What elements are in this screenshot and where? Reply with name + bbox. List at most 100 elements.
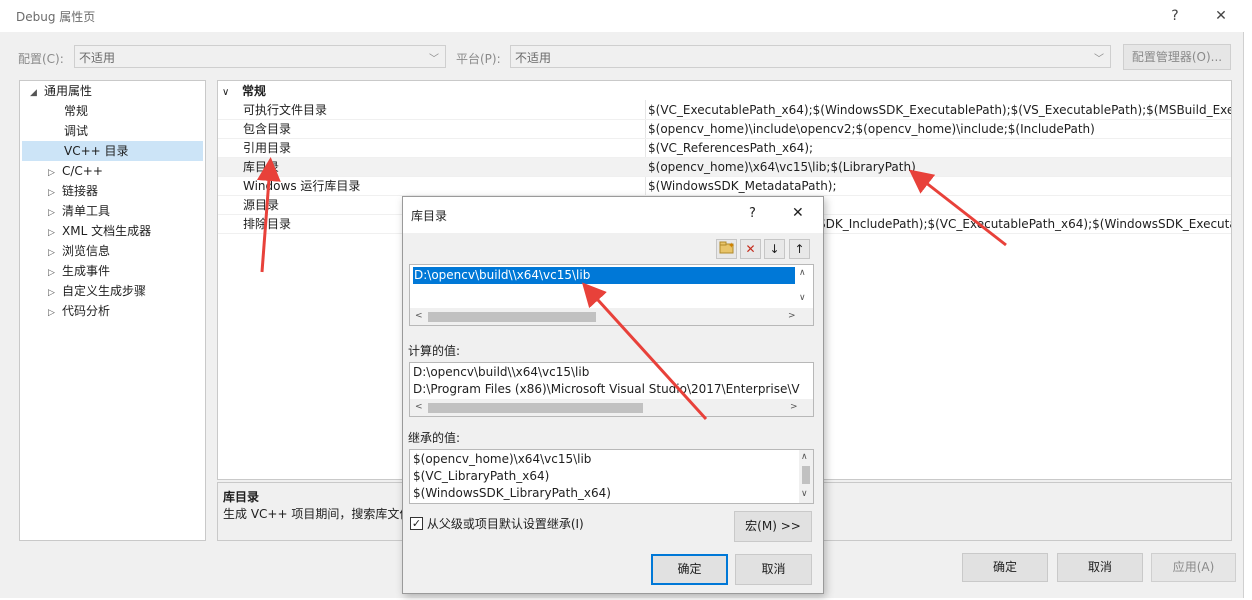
- config-combo[interactable]: 不适用 ﹀: [74, 45, 446, 68]
- description-title: 库目录: [223, 490, 260, 504]
- config-manager-button[interactable]: 配置管理器(O)...: [1123, 44, 1231, 70]
- grid-row-winrt-dirs[interactable]: Windows 运行库目录 $(WindowsSDK_MetadataPath);: [218, 177, 1231, 196]
- tree-item-debugging[interactable]: 调试: [64, 121, 88, 141]
- move-up-button[interactable]: ↑: [789, 239, 810, 259]
- scroll-left-icon[interactable]: <: [415, 402, 423, 412]
- chevron-down-icon: ∨: [222, 87, 230, 98]
- tree-item-cpp[interactable]: ▷ C/C++: [48, 161, 103, 181]
- tree-item-build-events[interactable]: ▷ 生成事件: [48, 261, 110, 281]
- inherited-values-box[interactable]: $(opencv_home)\x64\vc15\lib $(VC_Library…: [409, 449, 814, 504]
- property-name: Windows 运行库目录: [243, 179, 361, 193]
- collapsed-triangle-icon: ▷: [48, 188, 55, 198]
- collapsed-triangle-icon: ▷: [48, 228, 55, 238]
- platform-value: 不适用: [515, 51, 552, 65]
- property-name: 源目录: [243, 198, 280, 212]
- config-value: 不适用: [79, 51, 116, 65]
- scrollbar-thumb[interactable]: [802, 466, 810, 484]
- directory-list[interactable]: D:\opencv\build\\x64\vc15\lib ∧ ∨ < >: [409, 264, 814, 326]
- move-down-button[interactable]: ↓: [764, 239, 785, 259]
- collapsed-triangle-icon: ▷: [48, 308, 55, 318]
- help-button[interactable]: ?: [1160, 4, 1190, 28]
- ok-button[interactable]: 确定: [962, 553, 1048, 582]
- description-text: 生成 VC++ 项目期间，搜索库文件: [223, 507, 412, 521]
- horizontal-scrollbar[interactable]: < >: [410, 308, 813, 325]
- scroll-left-icon[interactable]: <: [415, 311, 423, 321]
- inherited-line: $(WindowsSDK_LibraryPath_x64): [413, 486, 611, 500]
- tree-item-label: 自定义生成步骤: [62, 284, 147, 298]
- delete-icon: ✕: [745, 242, 756, 256]
- scroll-right-icon[interactable]: >: [790, 402, 798, 412]
- platform-combo[interactable]: 不适用 ﹀: [510, 45, 1111, 68]
- inherit-checkbox-label: 从父级或项目默认设置继承(I): [426, 517, 584, 531]
- chevron-down-icon: ﹀: [1094, 54, 1104, 65]
- property-name: 库目录: [243, 160, 280, 174]
- cancel-button[interactable]: 取消: [1057, 553, 1143, 582]
- grid-row-executable-dirs[interactable]: 可执行文件目录 $(VC_ExecutablePath_x64);$(Window…: [218, 101, 1231, 120]
- scroll-down-icon[interactable]: ∨: [801, 489, 808, 499]
- inherited-line: $(VC_LibraryPath_x64): [413, 469, 550, 483]
- apply-button[interactable]: 应用(A): [1151, 553, 1236, 582]
- tree-item-xml-doc-generator[interactable]: ▷ XML 文档生成器: [48, 221, 151, 241]
- property-value: $(VC_ReferencesPath_x64);: [648, 141, 814, 155]
- tree-item-common-properties[interactable]: ◢ 通用属性: [30, 81, 92, 101]
- tree-item-linker[interactable]: ▷ 链接器: [48, 181, 98, 201]
- property-name: 引用目录: [243, 141, 292, 155]
- property-value: $(opencv_home)\include\opencv2;$(opencv_…: [648, 122, 1095, 136]
- platform-label: 平台(P):: [456, 52, 501, 66]
- popup-ok-button[interactable]: 确定: [651, 554, 728, 585]
- new-folder-icon: ✦: [719, 241, 735, 254]
- evaluated-value-label: 计算的值:: [408, 344, 461, 358]
- horizontal-scrollbar[interactable]: < >: [410, 399, 813, 416]
- scrollbar-thumb[interactable]: [428, 312, 596, 322]
- grid-section-header[interactable]: ∨ 常规: [222, 82, 266, 100]
- inherit-checkbox[interactable]: ✓: [410, 517, 423, 530]
- vertical-scrollbar[interactable]: ∧ ∨: [799, 450, 813, 503]
- grid-row-include-dirs[interactable]: 包含目录 $(opencv_home)\include\opencv2;$(ope…: [218, 120, 1231, 139]
- config-label: 配置(C):: [18, 52, 64, 66]
- popup-title-bar: 库目录 ? ✕: [403, 197, 823, 233]
- collapsed-triangle-icon: ▷: [48, 288, 55, 298]
- evaluated-value-box[interactable]: D:\opencv\build\\x64\vc15\lib D:\Program…: [409, 362, 814, 417]
- macros-button[interactable]: 宏(M) >>: [734, 511, 812, 542]
- arrow-up-icon: ↑: [794, 242, 805, 256]
- scroll-down-icon[interactable]: ∨: [799, 293, 806, 303]
- collapsed-triangle-icon: ▷: [48, 168, 55, 178]
- scroll-up-icon[interactable]: ∧: [799, 268, 806, 278]
- property-name: 可执行文件目录: [243, 103, 328, 117]
- scrollbar-thumb[interactable]: [428, 403, 643, 413]
- tree-item-custom-build-step[interactable]: ▷ 自定义生成步骤: [48, 281, 146, 301]
- scroll-right-icon[interactable]: >: [788, 311, 796, 321]
- inherited-line: $(opencv_home)\x64\vc15\lib: [413, 452, 592, 466]
- svg-text:✦: ✦: [728, 241, 735, 250]
- close-button[interactable]: ✕: [1206, 4, 1236, 28]
- property-value: SDK_IncludePath);$(VC_ExecutablePath_x64…: [818, 217, 1231, 231]
- collapsed-triangle-icon: ▷: [48, 208, 55, 218]
- grid-row-reference-dirs[interactable]: 引用目录 $(VC_ReferencesPath_x64);: [218, 139, 1231, 158]
- tree-item-code-analysis[interactable]: ▷ 代码分析: [48, 301, 110, 321]
- tree-item-label: 通用属性: [44, 84, 93, 98]
- property-name: 排除目录: [243, 217, 292, 231]
- collapsed-triangle-icon: ▷: [48, 268, 55, 278]
- popup-help-button[interactable]: ?: [749, 206, 756, 221]
- inherit-checkbox-row[interactable]: ✓ 从父级或项目默认设置继承(I): [410, 515, 584, 531]
- chevron-down-icon: ﹀: [429, 54, 439, 65]
- evaluated-line: D:\opencv\build\\x64\vc15\lib: [413, 365, 590, 379]
- tree-item-manifest-tool[interactable]: ▷ 清单工具: [48, 201, 110, 221]
- scroll-up-icon[interactable]: ∧: [801, 452, 808, 462]
- tree-item-label: 链接器: [62, 184, 99, 198]
- tree-item-general[interactable]: 常规: [64, 101, 88, 121]
- directory-entry-selected[interactable]: D:\opencv\build\\x64\vc15\lib: [413, 267, 795, 284]
- delete-line-button[interactable]: ✕: [740, 239, 761, 259]
- tree-item-label: C/C++: [62, 164, 103, 178]
- tree-item-browse-info[interactable]: ▷ 浏览信息: [48, 241, 110, 261]
- inherited-values-label: 继承的值:: [408, 431, 461, 445]
- popup-cancel-button[interactable]: 取消: [735, 554, 812, 585]
- popup-close-button[interactable]: ✕: [792, 205, 804, 221]
- tree-item-label: XML 文档生成器: [62, 224, 152, 238]
- property-value: $(VC_ExecutablePath_x64);$(WindowsSDK_Ex…: [648, 103, 1231, 117]
- tree-item-vc-directories[interactable]: VC++ 目录: [64, 141, 129, 161]
- new-line-button[interactable]: ✦: [716, 239, 737, 259]
- grid-row-library-dirs[interactable]: 库目录 $(opencv_home)\x64\vc15\lib;$(Library…: [218, 158, 1231, 177]
- window-title: Debug 属性页: [16, 10, 96, 24]
- evaluated-line: D:\Program Files (x86)\Microsoft Visual …: [413, 382, 800, 396]
